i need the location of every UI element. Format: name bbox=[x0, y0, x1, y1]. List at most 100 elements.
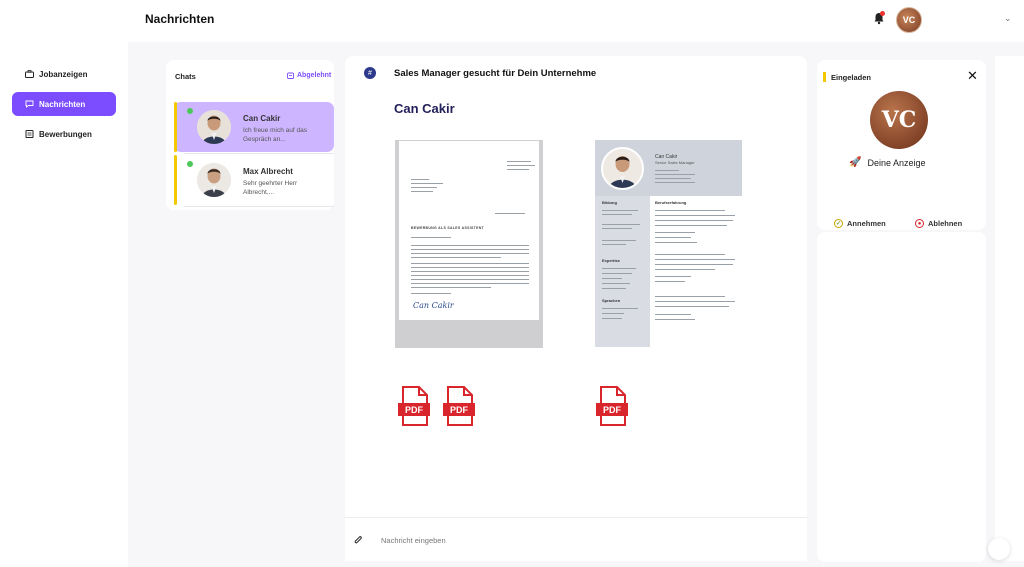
chat-icon bbox=[24, 99, 34, 109]
job-title[interactable]: Sales Manager gesucht für Dein Unternehm… bbox=[394, 68, 596, 79]
sidebar-item-jobanzeigen[interactable]: Jobanzeigen bbox=[12, 62, 116, 86]
online-indicator bbox=[187, 161, 193, 167]
doc-line bbox=[655, 242, 697, 243]
status-panel-lower bbox=[817, 232, 986, 562]
background-strip bbox=[128, 42, 1024, 56]
doc-line bbox=[655, 170, 679, 171]
avatar[interactable]: VC bbox=[896, 7, 922, 33]
rejected-filter-button[interactable]: Abgelehnt bbox=[287, 72, 331, 79]
cv-sidebar bbox=[595, 196, 650, 347]
doc-line bbox=[655, 301, 735, 302]
pdf-label: PDF bbox=[603, 405, 622, 415]
pdf-attachment-1[interactable]: PDF bbox=[397, 386, 431, 426]
doc-line bbox=[655, 182, 695, 183]
doc-line bbox=[655, 225, 727, 226]
alarm-icon bbox=[287, 72, 294, 79]
doc-line bbox=[655, 281, 685, 282]
doc-line bbox=[411, 191, 433, 192]
doc-line bbox=[495, 213, 525, 214]
paperclip-icon[interactable] bbox=[353, 535, 363, 549]
sidebar-item-bewerbungen[interactable]: Bewerbungen bbox=[12, 122, 116, 146]
pdf-attachment-2[interactable]: PDF bbox=[442, 386, 476, 426]
doc-line bbox=[602, 224, 640, 225]
doc-line bbox=[655, 174, 695, 175]
chat-item-max-albrecht[interactable]: Max Albrecht Sehr geehrter Herr Albrecht… bbox=[174, 155, 334, 205]
doc-line bbox=[411, 249, 529, 250]
doc-line bbox=[655, 254, 725, 255]
doc-line bbox=[507, 165, 535, 166]
status-indicator bbox=[823, 72, 826, 82]
doc-line bbox=[411, 279, 529, 280]
doc-line bbox=[411, 257, 501, 258]
doc-line bbox=[655, 319, 695, 320]
help-button[interactable] bbox=[988, 538, 1010, 560]
avatar bbox=[197, 163, 231, 197]
pdf-label: PDF bbox=[450, 405, 469, 415]
doc-line bbox=[655, 296, 725, 297]
sidebar: Jobanzeigen Nachrichten Bewerbungen bbox=[0, 42, 128, 567]
doc-line bbox=[411, 179, 429, 180]
divider bbox=[184, 153, 334, 154]
doc-line bbox=[411, 275, 529, 276]
doc-line bbox=[655, 259, 735, 260]
avatar bbox=[197, 110, 231, 144]
message-composer bbox=[345, 517, 807, 561]
chats-title: Chats bbox=[175, 72, 196, 81]
doc-line bbox=[411, 187, 437, 188]
company-logo: VC bbox=[870, 91, 928, 149]
doc-line bbox=[602, 283, 630, 284]
message-input[interactable] bbox=[381, 532, 781, 548]
doc-line bbox=[602, 228, 632, 229]
doc-line bbox=[602, 244, 626, 245]
chat-preview: Ich freue mich auf das Gespräch an... bbox=[243, 127, 307, 143]
cv-section-title: Bildung bbox=[602, 200, 617, 205]
conversation-panel: # Sales Manager gesucht für Dein Unterne… bbox=[345, 56, 807, 561]
doc-line bbox=[655, 276, 691, 277]
doc-footer bbox=[399, 320, 539, 344]
sidebar-item-nachrichten[interactable]: Nachrichten bbox=[12, 92, 116, 116]
cancel-icon: ● bbox=[915, 219, 924, 228]
chevron-down-icon[interactable]: ⌄ bbox=[1004, 13, 1012, 24]
doc-line bbox=[602, 318, 622, 319]
doc-line bbox=[655, 232, 695, 233]
doc-line bbox=[507, 161, 531, 162]
doc-line bbox=[602, 240, 636, 241]
resume-preview[interactable]: Can Cakir Senior Sales Manager Bildung B… bbox=[595, 140, 742, 347]
pdf-attachment-3[interactable]: PDF bbox=[595, 386, 629, 426]
doc-line bbox=[602, 308, 638, 309]
status-panel: Eingeladen ✕ VC 🚀 Deine Anzeige ✓ Annehm… bbox=[817, 60, 986, 230]
letter-heading: BEWERBUNG ALS SALES ASSISTENT bbox=[411, 226, 485, 230]
doc-line bbox=[655, 220, 733, 221]
doc-line bbox=[411, 253, 529, 254]
online-indicator bbox=[187, 108, 193, 114]
job-badge-icon: # bbox=[364, 67, 376, 79]
view-ad-label: Deine Anzeige bbox=[867, 157, 926, 168]
doc-line bbox=[602, 273, 632, 274]
chat-status-bar bbox=[174, 155, 177, 205]
doc-line bbox=[602, 288, 626, 289]
accept-label: Annehmen bbox=[847, 219, 886, 228]
chat-name: Max Albrecht bbox=[243, 167, 293, 176]
doc-line bbox=[655, 215, 735, 216]
cv-section-title: Expertise bbox=[602, 258, 621, 263]
doc-line bbox=[411, 271, 529, 272]
doc-line bbox=[411, 183, 443, 184]
doc-line bbox=[602, 268, 636, 269]
doc-line bbox=[411, 267, 529, 268]
doc-line bbox=[411, 293, 451, 294]
doc-line bbox=[602, 214, 632, 215]
rocket-icon: 🚀 bbox=[849, 157, 862, 168]
document-icon bbox=[24, 129, 34, 139]
cover-letter-preview[interactable]: BEWERBUNG ALS SALES ASSISTENT Can Cakir bbox=[395, 140, 543, 348]
close-icon[interactable]: ✕ bbox=[967, 69, 978, 82]
letter-signature: Can Cakir bbox=[413, 301, 454, 310]
sidebar-item-label: Jobanzeigen bbox=[39, 69, 88, 79]
chat-item-can-cakir[interactable]: Can Cakir Ich freue mich auf das Gespräc… bbox=[174, 102, 334, 152]
top-header: Nachrichten VC ⌄ bbox=[0, 0, 1024, 42]
accept-button[interactable]: ✓ Annehmen bbox=[834, 219, 886, 228]
doc-line bbox=[655, 237, 691, 238]
check-icon: ✓ bbox=[834, 219, 843, 228]
view-ad-link[interactable]: 🚀 Deine Anzeige bbox=[849, 157, 926, 168]
reject-button[interactable]: ● Ablehnen bbox=[915, 219, 962, 228]
notification-dot bbox=[880, 11, 885, 16]
